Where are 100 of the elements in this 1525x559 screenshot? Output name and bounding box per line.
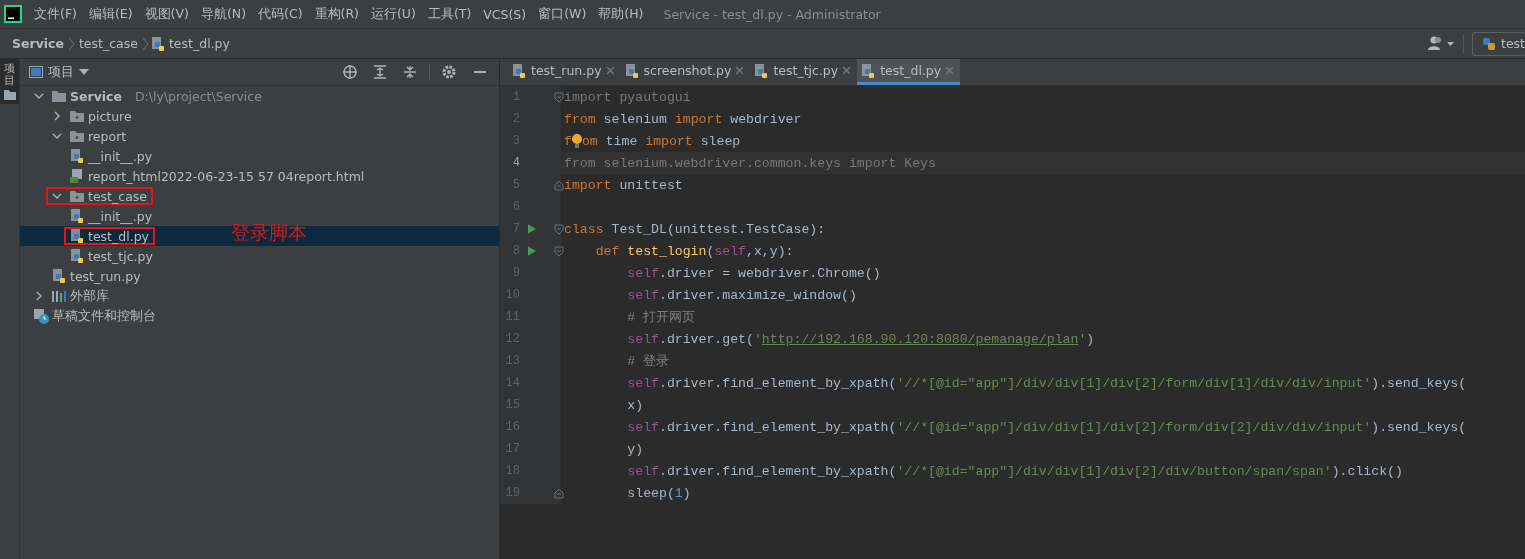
code-line: y) [626,441,644,457]
chevron-right-icon[interactable] [34,291,44,301]
editor-tab[interactable]: test_dl.py [857,59,961,85]
code-line: import pyautogui [563,89,691,105]
code-line: self.driver.maximize_window() [626,287,857,303]
library-icon [51,288,67,304]
code-line: self.driver.get('http://192.168.90.120:8080/pemanage/plan') [626,331,1095,347]
code-line: sleep(1) [626,485,691,501]
tree-row[interactable]: test_run.py [20,266,499,286]
window-title: Service - test_dl.py - Administrator [663,6,881,22]
python-file-icon [69,228,85,244]
code-line: self.driver.find_element_by_xpath('//*[@id="app"]/div/div[1]/div[2]/form/div[1]/div/div/input').send_keys( [626,375,1467,391]
menu-item[interactable]: 文件(F) [28,5,83,23]
code-line: x) [626,397,644,413]
code-line: def test_login(self,x,y): [594,243,794,259]
tree-label: report [88,128,127,144]
panel-view-icon [29,66,43,78]
close-icon[interactable] [735,66,745,75]
code-line: f om time import sleep [563,133,741,149]
panel-title[interactable]: 项目 [48,63,74,81]
python-file-icon [51,268,67,284]
menu-item[interactable]: 导航(N) [194,5,253,23]
menu-item[interactable]: VCS(S) [477,6,533,22]
project-tool-tab[interactable]: 项目 [0,59,19,105]
breadcrumb-item[interactable]: test_dl.py [168,36,230,51]
locate-icon[interactable] [342,64,358,80]
scratch-console-icon [33,308,49,324]
lightbulb-icon[interactable] [571,134,582,148]
code-line: class Test_DL(unittest.TestCase): [563,221,826,237]
fold-marker-icon[interactable] [554,487,564,499]
code-line: from selenium import webdriver [563,111,802,127]
dropdown-caret-icon[interactable] [79,69,89,75]
expand-all-icon[interactable] [372,64,388,80]
tree-row[interactable]: test_case [20,186,499,206]
menu-item[interactable]: 视图(V) [138,5,195,23]
menu-item[interactable]: 编辑(E) [82,5,139,23]
tree-label: 外部库 [70,287,109,305]
tree-label: __init__.py [88,208,153,224]
editor-tab[interactable]: test_run.py [508,59,621,85]
editor-tab[interactable]: screenshot.py [620,59,751,85]
menu-item[interactable]: 代码(C) [252,5,309,23]
run-config-selector[interactable]: test [1472,31,1525,56]
fold-marker-icon[interactable] [554,245,564,257]
tree-row[interactable]: __init__.py [20,146,499,166]
html-file-icon [69,168,85,184]
chevron-right-icon [66,35,76,52]
tree-row[interactable]: test_tjc.py [20,246,499,266]
tree-row[interactable]: Service D:\ly\project\Service [20,86,499,106]
folder-icon [51,88,67,104]
editor-tab[interactable]: test_tjc.py [750,59,858,85]
python-file-icon [69,248,85,264]
fold-marker-icon[interactable] [554,179,564,191]
chevron-down-icon[interactable] [52,131,62,141]
app-logo-icon [4,5,22,23]
tree-row[interactable]: report [20,126,499,146]
code-line: # 打开网页 [626,309,696,326]
menu-item[interactable]: 运行(U) [364,5,422,23]
tree-label: picture [88,108,132,124]
python-file-icon [149,35,166,52]
code-line: import unittest [563,177,683,193]
code-line: self.driver.find_element_by_xpath('//*[@id="app"]/div/div[1]/div[2]/form/div[2]/div/div/input').send_keys( [626,419,1467,435]
breadcrumb-item[interactable]: test_case [78,36,138,51]
breadcrumb-item[interactable]: Service [12,36,64,51]
code-line: # 登录 [626,353,670,370]
collapse-all-icon[interactable] [402,64,418,80]
run-icon[interactable] [528,223,536,235]
chevron-down-icon[interactable] [52,191,62,201]
chevron-right-icon[interactable] [52,111,62,121]
run-icon[interactable] [528,245,536,257]
tree-label: test_dl.py [88,228,149,244]
menu-item[interactable]: 窗口(W) [532,5,593,23]
line-number: 4 [511,156,520,170]
close-icon[interactable] [605,66,615,75]
fold-marker-icon[interactable] [554,91,564,103]
tree-row[interactable]: report_html2022-06-23-15 57 04report.html [20,166,499,186]
tree-label: __init__.py [88,148,153,164]
code-line: self.driver.find_element_by_xpath('//*[@id="app"]/div/div[1]/div[2]/div/button/span/span').click() [626,463,1403,479]
menu-item[interactable]: 重构(R) [308,5,365,23]
folder-icon [69,128,85,144]
code-line: self.driver = webdriver.Chrome() [626,265,881,281]
folder-icon [69,188,85,204]
python-file-icon [753,62,770,79]
tree-label: Service [70,88,122,104]
close-icon[interactable] [842,66,852,75]
menu-item[interactable]: 帮助(H) [592,5,650,23]
tree-label: report_html2022-06-23-15 57 04report.html [88,168,365,184]
folder-icon [69,108,85,124]
user-menu-icon[interactable] [1427,35,1455,52]
python-file-icon [860,62,877,79]
tree-row[interactable]: picture [20,106,499,126]
chevron-down-icon[interactable] [34,91,44,101]
tree-row[interactable]: 外部库 [20,286,499,306]
folder-icon [3,90,16,101]
python-file-icon [511,62,527,79]
tree-label: test_tjc.py [88,248,153,264]
settings-icon[interactable] [441,64,457,80]
python-file-icon [69,208,85,224]
fold-marker-icon[interactable] [554,223,564,235]
menu-item[interactable]: 工具(T) [421,5,478,23]
tree-row[interactable]: 草稿文件和控制台 [20,306,499,326]
